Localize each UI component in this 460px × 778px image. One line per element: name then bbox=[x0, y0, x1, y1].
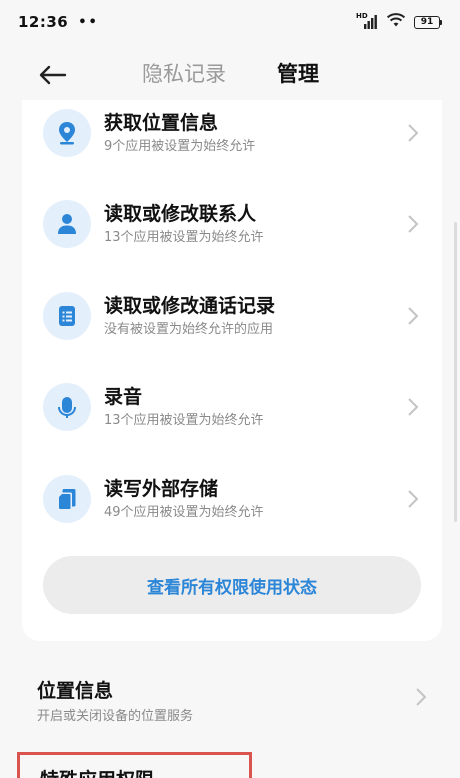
permissions-card: 获取位置信息 9个应用被设置为始终允许 读取或修改联系人 13个应用被设置为始终… bbox=[22, 100, 442, 641]
chevron-right-icon bbox=[408, 307, 419, 325]
battery-level: 91 bbox=[414, 15, 440, 29]
arrow-left-icon bbox=[39, 65, 67, 85]
permission-subtitle: 没有被设置为始终允许的应用 bbox=[104, 322, 274, 337]
permission-title: 获取位置信息 bbox=[104, 112, 219, 134]
permission-subtitle: 49个应用被设置为始终允许 bbox=[104, 505, 264, 520]
permission-item-call-log[interactable]: 读取或修改通话记录 没有被设置为始终允许的应用 bbox=[22, 270, 442, 362]
call-log-icon bbox=[43, 292, 91, 340]
scrollbar[interactable] bbox=[454, 222, 457, 522]
permission-item-contacts[interactable]: 读取或修改联系人 13个应用被设置为始终允许 bbox=[22, 178, 442, 270]
status-bar: 12:36 •• HD 91 bbox=[0, 0, 460, 44]
special-permissions-title: 特殊应用权限 bbox=[40, 765, 154, 778]
chevron-right-icon bbox=[408, 124, 419, 142]
special-permissions-highlight[interactable]: 特殊应用权限 bbox=[17, 752, 252, 778]
permission-item-location[interactable]: 获取位置信息 9个应用被设置为始终允许 bbox=[22, 100, 442, 179]
hd-label: HD bbox=[356, 12, 368, 20]
person-icon bbox=[43, 200, 91, 248]
permission-subtitle: 9个应用被设置为始终允许 bbox=[104, 139, 256, 154]
location-settings-item[interactable]: 位置信息 开启或关闭设备的位置服务 bbox=[0, 660, 460, 740]
permission-title: 读取或修改通话记录 bbox=[104, 295, 276, 317]
chevron-right-icon bbox=[408, 215, 419, 233]
notification-dots: •• bbox=[78, 14, 99, 30]
microphone-icon bbox=[43, 383, 91, 431]
storage-icon bbox=[43, 475, 91, 523]
permission-title: 读写外部存储 bbox=[104, 478, 219, 500]
location-settings-title: 位置信息 bbox=[37, 680, 114, 702]
view-all-permissions-button[interactable]: 查看所有权限使用状态 bbox=[43, 556, 421, 614]
location-settings-subtitle: 开启或关闭设备的位置服务 bbox=[37, 709, 194, 724]
permission-title: 录音 bbox=[104, 386, 143, 408]
chevron-right-icon bbox=[416, 688, 427, 706]
location-pin-icon bbox=[43, 109, 91, 157]
wifi-icon bbox=[386, 12, 406, 32]
permission-item-microphone[interactable]: 录音 13个应用被设置为始终允许 bbox=[22, 361, 442, 453]
back-button[interactable] bbox=[36, 58, 70, 92]
permission-title: 读取或修改联系人 bbox=[104, 203, 257, 225]
tab-manage[interactable]: 管理 bbox=[277, 58, 319, 88]
signal-icon: HD bbox=[356, 12, 378, 30]
permission-item-storage[interactable]: 读写外部存储 49个应用被设置为始终允许 bbox=[22, 453, 442, 545]
tab-privacy-records[interactable]: 隐私记录 bbox=[142, 58, 226, 88]
header: 隐私记录 管理 bbox=[0, 44, 460, 106]
chevron-right-icon bbox=[408, 398, 419, 416]
chevron-right-icon bbox=[408, 490, 419, 508]
permission-subtitle: 13个应用被设置为始终允许 bbox=[104, 230, 264, 245]
permission-subtitle: 13个应用被设置为始终允许 bbox=[104, 413, 264, 428]
status-indicators: HD 91 bbox=[356, 12, 442, 32]
status-time: 12:36 bbox=[18, 13, 69, 31]
battery-icon: 91 bbox=[414, 15, 442, 29]
